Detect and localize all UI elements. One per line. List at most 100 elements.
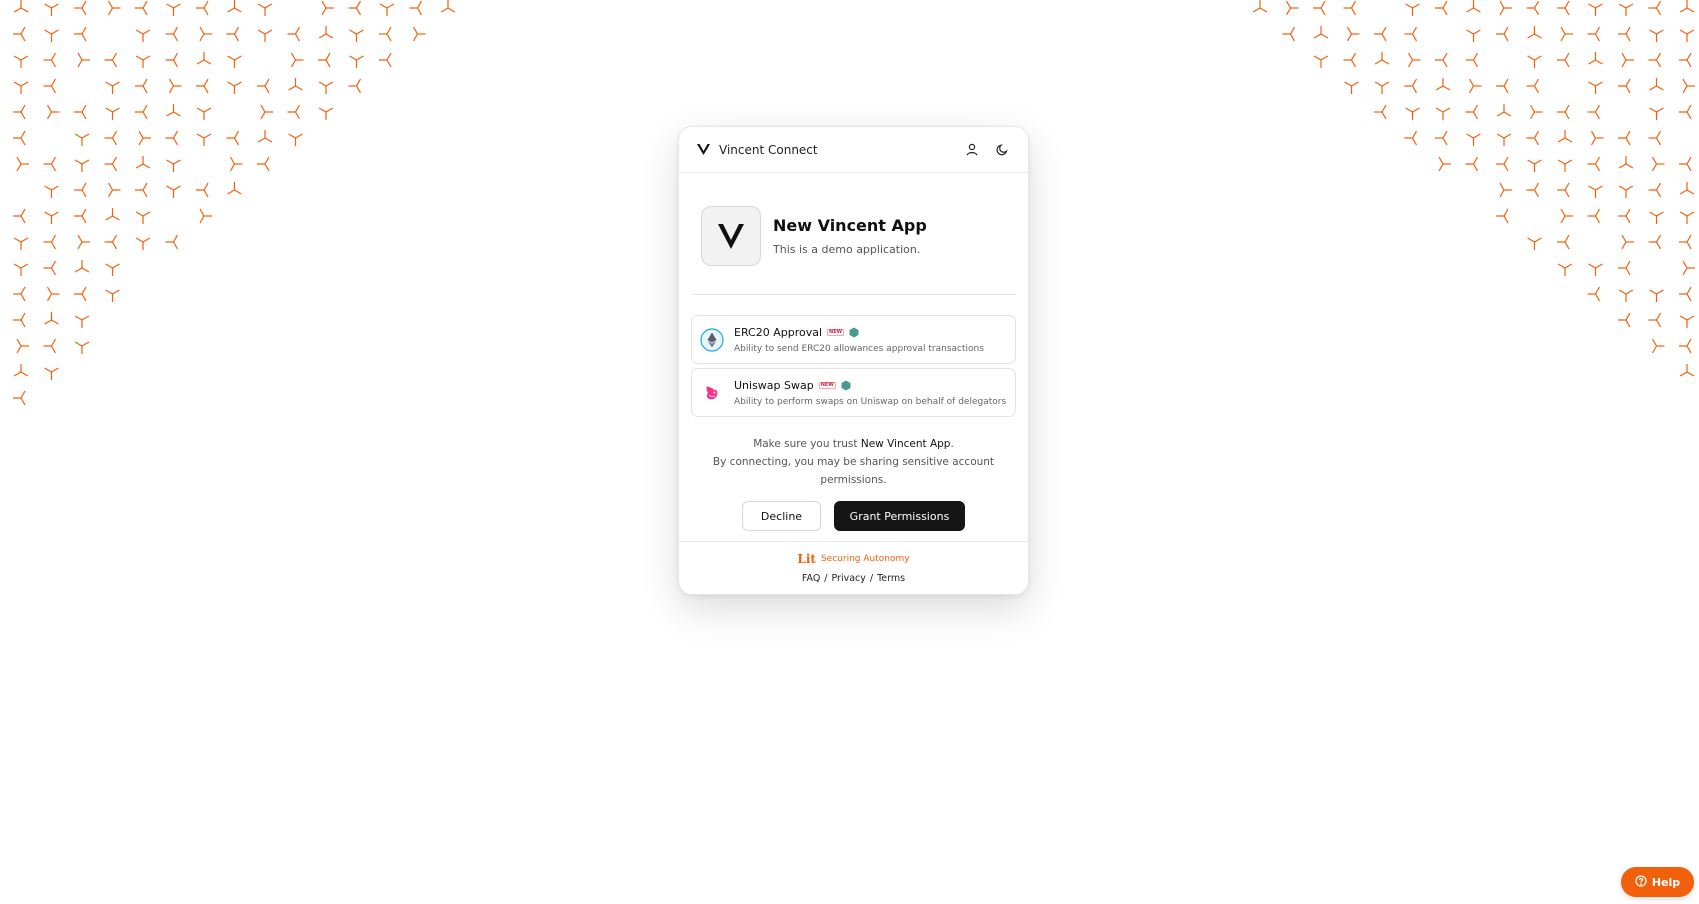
tri-spoke-mark <box>1407 52 1421 68</box>
tri-spoke-mark <box>16 156 29 172</box>
tri-spoke-mark <box>12 208 26 224</box>
app-description: This is a demo application. <box>773 243 921 256</box>
tri-spoke-mark <box>1556 104 1570 120</box>
tri-spoke-mark <box>1678 156 1692 172</box>
tri-spoke-mark <box>1587 26 1601 42</box>
tri-spoke-mark <box>1285 0 1299 16</box>
app-logo <box>701 206 761 266</box>
tri-spoke-mark <box>348 78 362 94</box>
tri-spoke-mark <box>1405 107 1420 121</box>
tri-spoke-mark <box>165 130 179 146</box>
terms-link[interactable]: Terms <box>877 573 905 584</box>
divider <box>691 294 1016 295</box>
tri-spoke-mark <box>1648 312 1662 328</box>
tri-spoke-mark <box>1649 107 1664 120</box>
card-header: Vincent Connect <box>679 127 1028 173</box>
tri-spoke-mark <box>168 78 182 94</box>
tri-spoke-mark <box>1529 104 1543 120</box>
tri-spoke-mark <box>1679 29 1695 42</box>
tri-spoke-mark <box>73 104 87 120</box>
user-icon[interactable] <box>963 141 981 159</box>
tri-spoke-mark <box>13 55 29 68</box>
tri-spoke-mark <box>13 286 26 302</box>
tri-spoke-mark <box>1617 78 1631 94</box>
tri-spoke-mark <box>1618 156 1634 169</box>
tri-spoke-mark <box>166 3 181 17</box>
tri-spoke-mark <box>348 0 362 16</box>
tri-spoke-mark <box>1560 208 1573 224</box>
tri-spoke-mark <box>349 55 364 69</box>
tri-spoke-mark <box>1252 0 1268 13</box>
tri-spoke-mark <box>43 338 57 354</box>
tri-spoke-mark <box>1621 52 1634 68</box>
faq-link[interactable]: FAQ <box>802 573 820 584</box>
tri-spoke-mark <box>1557 263 1573 277</box>
tri-spoke-mark <box>227 55 242 68</box>
vincent-logo-icon <box>696 142 711 157</box>
tri-spoke-mark <box>73 26 87 42</box>
trust-line-2: By connecting, you may be sharing sensit… <box>712 456 995 486</box>
trust-app-name: New Vincent App <box>860 438 951 450</box>
link-separator: / <box>869 573 874 584</box>
tri-spoke-mark <box>227 0 242 13</box>
tri-spoke-mark <box>1527 55 1542 68</box>
help-button[interactable]: Help <box>1621 867 1694 897</box>
tri-spoke-mark <box>1648 130 1662 146</box>
app-info: New Vincent App This is a demo applicati… <box>701 206 1028 266</box>
tri-spoke-mark <box>1527 26 1542 39</box>
tri-spoke-mark <box>12 130 26 146</box>
ability-item-uniswap-swap[interactable]: Uniswap Swap NEW Ability to perform swap… <box>691 368 1016 417</box>
app-text: New Vincent App This is a demo applicati… <box>773 216 927 256</box>
tri-spoke-mark <box>12 390 26 406</box>
tri-spoke-mark <box>1312 0 1326 16</box>
tri-spoke-mark <box>1588 52 1603 65</box>
tri-spoke-mark <box>135 237 151 251</box>
question-circle-icon <box>1635 874 1647 890</box>
tri-spoke-mark <box>1590 130 1604 146</box>
tri-spoke-mark <box>317 52 331 68</box>
tri-spoke-mark <box>1621 234 1634 250</box>
tri-spoke-mark <box>318 81 334 94</box>
moon-icon[interactable] <box>993 141 1011 159</box>
verified-hex-icon <box>849 327 859 338</box>
lit-logo: Lit <box>797 552 816 566</box>
uniswap-icon <box>700 381 724 405</box>
tri-spoke-mark <box>1374 81 1390 94</box>
tri-spoke-mark <box>1648 0 1662 16</box>
ability-title: Uniswap Swap <box>734 378 814 392</box>
tri-spoke-mark <box>1649 211 1664 225</box>
grant-permissions-button[interactable]: Grant Permissions <box>834 501 965 531</box>
tri-spoke-mark <box>1649 78 1664 91</box>
tri-spoke-mark <box>1617 312 1631 328</box>
header-actions <box>963 141 1011 159</box>
ability-item-erc20-approval[interactable]: ERC20 Approval NEW Ability to send ERC20… <box>691 315 1016 364</box>
tri-spoke-mark <box>1526 0 1540 16</box>
action-buttons: Decline Grant Permissions <box>679 501 1028 531</box>
tri-spoke-mark <box>1343 0 1357 16</box>
tri-spoke-mark <box>1527 237 1542 250</box>
tri-spoke-mark <box>318 107 334 121</box>
trust-prefix: Make sure you trust <box>753 438 861 450</box>
tri-spoke-mark <box>104 234 118 250</box>
tri-spoke-mark <box>1618 208 1631 224</box>
privacy-link[interactable]: Privacy <box>832 573 866 584</box>
card-footer: Lit Securing Autonomy FAQ / Privacy / Te… <box>679 541 1028 594</box>
decline-button[interactable]: Decline <box>742 501 821 531</box>
tri-spoke-mark <box>166 104 181 117</box>
tri-spoke-mark <box>1648 182 1662 198</box>
tri-spoke-mark <box>1556 234 1570 250</box>
vincent-v-logo-icon <box>718 224 744 249</box>
tri-spoke-mark <box>165 26 179 42</box>
tri-spoke-mark <box>107 0 121 16</box>
tri-spoke-mark <box>43 78 57 94</box>
tri-spoke-mark <box>226 130 240 146</box>
tri-spoke-mark <box>1618 3 1634 16</box>
tri-spoke-mark <box>318 26 334 39</box>
tri-spoke-mark <box>1526 182 1540 198</box>
tri-spoke-mark <box>105 81 120 94</box>
tri-spoke-mark <box>74 260 90 273</box>
tri-spoke-mark <box>135 78 148 94</box>
tri-spoke-mark <box>135 29 151 42</box>
tri-spoke-mark <box>104 156 118 172</box>
tri-spoke-mark <box>1465 156 1479 172</box>
